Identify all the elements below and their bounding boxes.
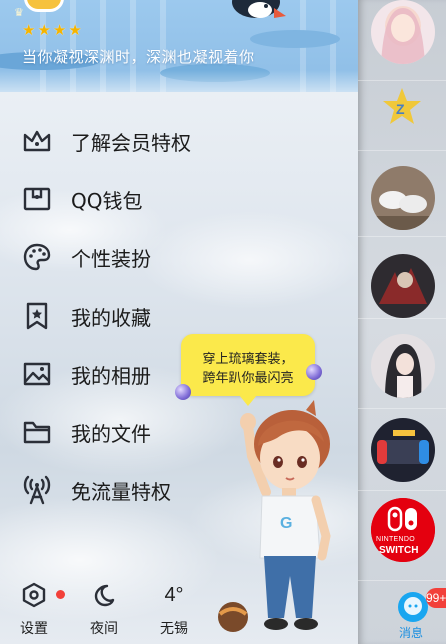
ball-decoration-icon bbox=[218, 602, 248, 632]
settings-notification-dot bbox=[56, 590, 65, 599]
svg-text:G: G bbox=[280, 515, 292, 532]
switch-text-top: NINTENDO bbox=[376, 536, 415, 543]
moon-icon bbox=[89, 580, 119, 610]
contact-avatar[interactable] bbox=[371, 166, 435, 230]
contact-avatar[interactable]: Z bbox=[378, 84, 426, 132]
menu-item-label: 了解会员特权 bbox=[71, 130, 191, 155]
menu-item-label: 免流量特权 bbox=[71, 479, 171, 504]
vip-logo-icon bbox=[24, 0, 64, 12]
contact-avatar[interactable] bbox=[371, 0, 435, 64]
weather-city: 无锡 bbox=[160, 621, 188, 637]
contact-avatar[interactable] bbox=[371, 334, 435, 398]
drawer-bottom-bar: 设置 夜间 4° 无锡 bbox=[0, 574, 358, 644]
star-icon: ★ bbox=[37, 21, 51, 39]
menu-item-label: QQ钱包 bbox=[71, 188, 143, 213]
crystal-gem-icon bbox=[175, 384, 191, 400]
signal-tower-icon bbox=[22, 475, 52, 505]
signature-text[interactable]: 当你凝视深渊时，深渊也凝视着你 bbox=[22, 46, 255, 67]
menu-item-personalize[interactable]: 个性装扮 bbox=[0, 232, 358, 282]
weather-temperature: 4° bbox=[164, 583, 184, 606]
menu-item-qq-wallet[interactable]: QQ钱包 bbox=[0, 174, 358, 224]
crystal-gem-icon bbox=[306, 364, 322, 380]
wallet-icon bbox=[22, 184, 52, 214]
bookmark-star-icon bbox=[22, 301, 52, 331]
contact-avatar[interactable] bbox=[371, 254, 435, 318]
switch-text-bottom: SWITCH bbox=[379, 545, 419, 556]
star-icon: ★ bbox=[68, 21, 82, 39]
crown-icon bbox=[22, 126, 52, 156]
contact-avatar[interactable] bbox=[371, 418, 435, 482]
message-unread-badge: 99+ bbox=[426, 588, 446, 608]
promo-line-2: 跨年趴你最闪亮 bbox=[202, 371, 294, 386]
menu-item-label: 我的相册 bbox=[71, 363, 151, 388]
settings-label: 设置 bbox=[20, 621, 48, 637]
night-mode-label: 夜间 bbox=[90, 621, 118, 637]
night-mode-button[interactable]: 夜间 bbox=[74, 580, 134, 640]
folder-icon bbox=[22, 417, 52, 447]
weather-widget[interactable]: 4° 无锡 bbox=[144, 580, 204, 640]
palette-icon bbox=[22, 242, 52, 272]
star-icon: ★ bbox=[52, 21, 67, 39]
profile-banner[interactable]: ♛ ★ ★ ★ ★ 当你凝视深渊时，深渊也凝视着你 bbox=[0, 0, 358, 92]
side-drawer: ♛ ★ ★ ★ ★ 当你凝视深渊时，深渊也凝视着你 了解会员特权 QQ钱包 个性… bbox=[0, 0, 358, 644]
svg-text:Z: Z bbox=[396, 101, 405, 117]
penguin-mascot-icon bbox=[232, 0, 286, 18]
contact-list-peek: Z NINTENDO SWITCH bbox=[358, 0, 446, 644]
menu-item-label: 个性装扮 bbox=[71, 246, 151, 271]
menu-item-label: 我的文件 bbox=[71, 421, 151, 446]
message-tab-icon[interactable] bbox=[398, 592, 428, 622]
menu-item-vip-privileges[interactable]: 了解会员特权 bbox=[0, 116, 358, 166]
vip-crown-small-icon: ♛ bbox=[14, 6, 24, 19]
photo-album-icon bbox=[22, 359, 52, 389]
promo-speech-bubble[interactable]: 穿上琉璃套装， 跨年趴你最闪亮 bbox=[181, 334, 315, 406]
settings-button[interactable]: 设置 bbox=[4, 580, 65, 640]
settings-hexagon-icon bbox=[19, 580, 49, 610]
vip-level-stars: ★ ★ ★ ★ bbox=[22, 22, 82, 38]
promo-line-1: 穿上琉璃套装， bbox=[202, 352, 294, 367]
message-tab-label[interactable]: 消息 bbox=[399, 624, 423, 641]
menu-item-label: 我的收藏 bbox=[71, 305, 151, 330]
star-icon: ★ bbox=[22, 21, 36, 39]
